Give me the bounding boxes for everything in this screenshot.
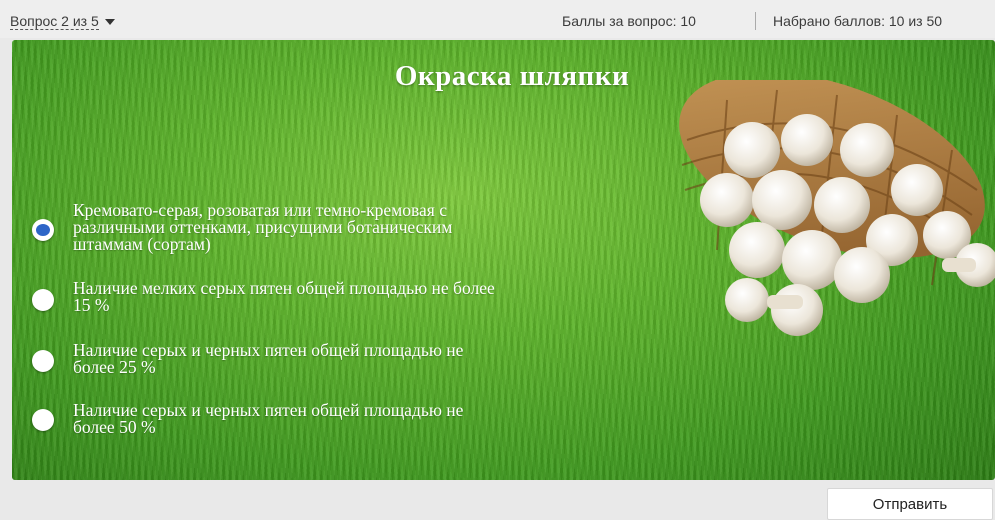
- chevron-down-icon[interactable]: [104, 19, 115, 25]
- question-slide: Окраска шляпки Кремовато-серая, розовата…: [12, 40, 995, 480]
- answer-text-line: более 50 %: [73, 417, 156, 437]
- score-per-question: Баллы за вопрос: 10: [562, 13, 696, 29]
- quiz-top-bar: Вопрос 2 из 5 Баллы за вопрос: 10 Набран…: [0, 0, 995, 38]
- answer-option-text: Наличие серых и черных пятен общей площа…: [73, 341, 463, 377]
- question-nav-label[interactable]: Вопрос 2 из 5: [10, 14, 99, 30]
- slide-title-text: Окраска шляпки: [394, 60, 630, 92]
- answer-option-text: Наличие серых и черных пятен общей площа…: [73, 401, 463, 437]
- radio-button-selected[interactable]: [32, 219, 54, 241]
- radio-button[interactable]: [32, 409, 54, 431]
- radio-button[interactable]: [32, 289, 54, 311]
- answer-option-1[interactable]: Кремовато-серая, розоватая или темно-кре…: [32, 201, 452, 254]
- answer-text-line: штаммам (сортам): [73, 234, 211, 254]
- answer-option-text: Кремовато-серая, розоватая или темно-кре…: [73, 201, 452, 254]
- answer-text-line: 15 %: [73, 295, 110, 315]
- question-navigator[interactable]: Вопрос 2 из 5: [10, 14, 115, 30]
- mushroom-basket-icon: [679, 80, 995, 336]
- answer-option-3[interactable]: Наличие серых и черных пятен общей площа…: [32, 341, 463, 377]
- answer-option-4[interactable]: Наличие серых и черных пятен общей площа…: [32, 401, 463, 437]
- divider: [755, 12, 756, 30]
- answer-option-text: Наличие мелких серых пятен общей площадь…: [73, 278, 495, 315]
- answer-text-line: Наличие мелких серых пятен общей площадь…: [73, 278, 495, 298]
- answer-option-2[interactable]: Наличие мелких серых пятен общей площадь…: [32, 278, 495, 315]
- radio-button[interactable]: [32, 350, 54, 372]
- answer-text-line: более 25 %: [73, 357, 156, 377]
- total-score: Набрано баллов: 10 из 50: [773, 13, 943, 29]
- submit-button[interactable]: Отправить: [827, 488, 993, 520]
